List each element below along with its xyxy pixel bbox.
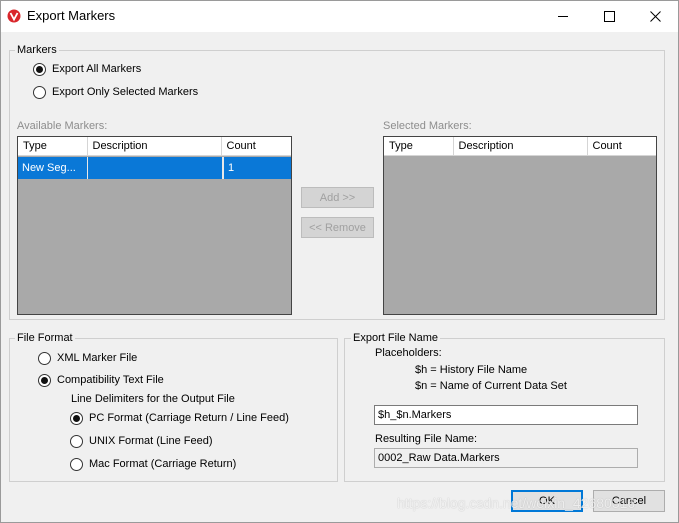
radio-mac-indicator[interactable] — [70, 457, 83, 471]
radio-compatibility-text-file[interactable]: Compatibility Text File — [38, 372, 164, 388]
radio-pc-label: PC Format (Carriage Return / Line Feed) — [89, 412, 289, 424]
column-header-type[interactable]: Type — [384, 137, 454, 156]
window-title: Export Markers — [27, 8, 116, 23]
radio-export-all-label: Export All Markers — [52, 63, 142, 75]
close-button[interactable] — [632, 1, 678, 32]
resulting-file-name-label: Resulting File Name: — [375, 433, 478, 445]
watermark-text: https://blog.csdn.net/weixin_42680316 — [397, 495, 636, 511]
radio-export-all[interactable]: Export All Markers — [33, 61, 141, 77]
export-file-name-legend: Export File Name — [351, 332, 440, 344]
minimize-icon — [557, 16, 568, 17]
available-list-header: Type Description Count — [18, 137, 291, 156]
radio-xml-marker-file[interactable]: XML Marker File — [38, 350, 137, 366]
placeholders-label: Placeholders: — [375, 347, 442, 359]
selected-markers-list[interactable]: Type Description Count — [383, 136, 657, 315]
radio-unix-format[interactable]: UNIX Format (Line Feed) — [70, 433, 212, 449]
file-format-group-legend: File Format — [15, 332, 75, 344]
file-name-input[interactable] — [374, 405, 638, 425]
radio-export-selected-label: Export Only Selected Markers — [52, 86, 199, 98]
resulting-file-name-field: 0002_Raw Data.Markers — [374, 448, 638, 468]
radio-pc-indicator[interactable] — [70, 411, 83, 425]
close-icon — [649, 11, 661, 22]
radio-xml-label: XML Marker File — [57, 352, 138, 364]
placeholder-h-text: $h = History File Name — [415, 364, 528, 376]
radio-export-all-indicator[interactable] — [33, 62, 46, 76]
maximize-button[interactable] — [586, 1, 632, 32]
radio-compatibility-label: Compatibility Text File — [57, 374, 164, 386]
cell-type: New Seg... — [18, 157, 88, 179]
column-header-count[interactable]: Count — [222, 137, 292, 156]
app-logo-icon — [7, 9, 21, 23]
remove-button[interactable]: << Remove — [301, 217, 374, 238]
markers-group-legend: Markers — [15, 44, 59, 56]
column-header-count[interactable]: Count — [588, 137, 657, 156]
placeholder-n-text: $n = Name of Current Data Set — [415, 380, 567, 392]
available-markers-label: Available Markers: — [17, 120, 108, 132]
available-markers-list[interactable]: Type Description Count New Seg... 1 — [17, 136, 292, 315]
line-delimiters-label: Line Delimiters for the Output File — [71, 393, 235, 405]
minimize-button[interactable] — [540, 1, 586, 32]
radio-unix-indicator[interactable] — [70, 434, 83, 448]
column-header-type[interactable]: Type — [18, 137, 88, 156]
radio-xml-indicator[interactable] — [38, 351, 51, 365]
radio-unix-label: UNIX Format (Line Feed) — [89, 435, 213, 447]
radio-pc-format[interactable]: PC Format (Carriage Return / Line Feed) — [70, 410, 289, 426]
radio-mac-label: Mac Format (Carriage Return) — [89, 458, 237, 470]
maximize-icon — [603, 11, 615, 22]
column-header-description[interactable]: Description — [454, 137, 588, 156]
radio-export-selected-indicator[interactable] — [33, 85, 46, 99]
export-markers-dialog: Export Markers Markers Export All Marker… — [0, 0, 679, 523]
column-header-description[interactable]: Description — [88, 137, 222, 156]
add-button[interactable]: Add >> — [301, 187, 374, 208]
cell-count: 1 — [223, 157, 291, 179]
radio-export-selected[interactable]: Export Only Selected Markers — [33, 84, 198, 100]
radio-compatibility-indicator[interactable] — [38, 373, 51, 387]
selected-list-header: Type Description Count — [384, 137, 656, 156]
title-bar[interactable]: Export Markers — [1, 1, 678, 32]
radio-mac-format[interactable]: Mac Format (Carriage Return) — [70, 456, 236, 472]
cell-description — [88, 157, 223, 179]
selected-markers-label: Selected Markers: — [383, 120, 472, 132]
